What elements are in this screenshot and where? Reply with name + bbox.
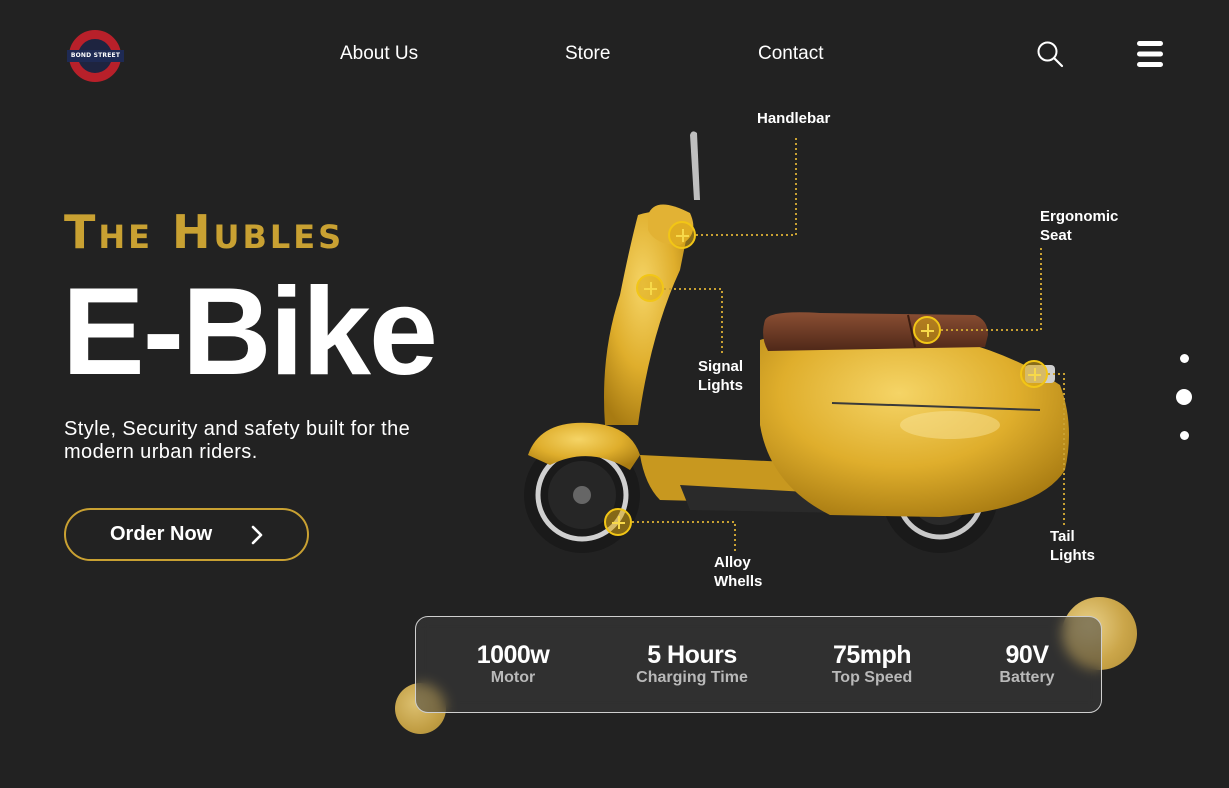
slide-dot-1[interactable] bbox=[1180, 354, 1189, 363]
hotspot-alloy-wheels[interactable] bbox=[604, 508, 632, 536]
spec-label: Top Speed bbox=[831, 669, 913, 686]
spec-value: 1000w bbox=[476, 641, 550, 669]
callout-alloy-wheels: Alloy Whells bbox=[714, 553, 762, 591]
callout-wheels-line1: Alloy bbox=[714, 554, 751, 571]
callout-signal-lights: Signal Lights bbox=[698, 357, 743, 395]
spec-label: Battery bbox=[999, 669, 1055, 686]
spec-value: 90V bbox=[1005, 641, 1049, 669]
spec-label: Charging Time bbox=[636, 669, 748, 686]
hotspot-handlebar[interactable] bbox=[668, 221, 696, 249]
callout-seat-line2: Seat bbox=[1040, 227, 1072, 244]
callout-tail-lights-line1: Tail bbox=[1050, 528, 1075, 545]
hotspot-signal-lights[interactable] bbox=[636, 274, 664, 302]
spec-charging-time: 5 Hours Charging Time bbox=[636, 641, 748, 687]
callout-tail-lights: Tail Lights bbox=[1050, 527, 1095, 565]
callout-signal-lights-line2: Lights bbox=[698, 377, 743, 394]
slide-dot-2-active[interactable] bbox=[1176, 389, 1192, 405]
spec-top-speed: 75mph Top Speed bbox=[832, 641, 913, 687]
spec-battery: 90V Battery bbox=[999, 641, 1054, 687]
spec-motor: 1000w Motor bbox=[477, 641, 550, 687]
callout-seat-line1: Ergonomic bbox=[1040, 208, 1119, 225]
callout-handlebar: Handlebar bbox=[757, 110, 831, 127]
hotspot-seat[interactable] bbox=[913, 316, 941, 344]
spec-value: 75mph bbox=[832, 641, 912, 669]
callout-ergonomic-seat: Ergonomic Seat bbox=[1040, 207, 1118, 245]
spec-value: 5 Hours bbox=[647, 641, 737, 669]
slide-dot-3[interactable] bbox=[1180, 431, 1189, 440]
callout-tail-lights-line2: Lights bbox=[1050, 547, 1095, 564]
callout-wheels-line2: Whells bbox=[714, 573, 763, 590]
spec-label: Motor bbox=[490, 669, 536, 686]
specs-panel: 1000w Motor 5 Hours Charging Time 75mph … bbox=[415, 616, 1102, 713]
hotspot-tail-lights[interactable] bbox=[1020, 360, 1048, 388]
callout-signal-lights-line1: Signal bbox=[698, 358, 744, 375]
